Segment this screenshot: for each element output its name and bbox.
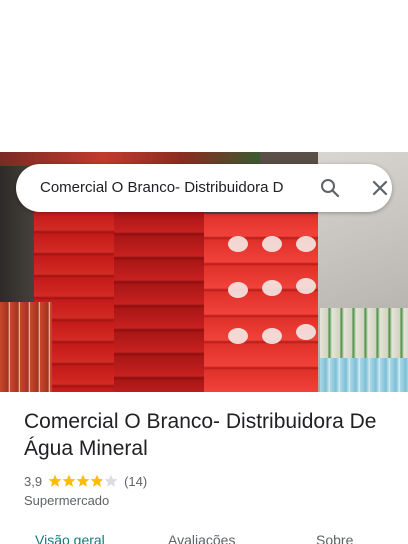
photo-pack-seal <box>296 278 316 294</box>
tab-about[interactable]: Sobre <box>316 532 353 544</box>
photo-pack-seal <box>296 324 316 340</box>
place-title: Comercial O Branco- Distribuidora De Águ… <box>24 410 377 460</box>
photo-pack-seal <box>228 328 248 344</box>
rating-stars <box>48 474 118 488</box>
rating-value: 3,9 <box>24 473 43 489</box>
photo-pack-seal <box>228 236 248 252</box>
photo-pack-seal <box>262 328 282 344</box>
tab-reviews[interactable]: Avaliações <box>168 532 235 544</box>
photo-bottles <box>320 358 408 392</box>
rating-row[interactable]: 3,9 (14) <box>24 472 147 490</box>
photo-water-packs <box>114 212 204 392</box>
photo-pack-seal <box>262 280 282 296</box>
review-count[interactable]: (14) <box>124 474 147 489</box>
photo-bottles <box>0 302 52 392</box>
search-bar[interactable]: Comercial O Branco- Distribuidora D <box>16 164 392 212</box>
close-icon[interactable] <box>368 176 392 200</box>
tab-overview[interactable]: Visão geral <box>35 532 105 544</box>
star-icon <box>62 474 76 487</box>
search-icon[interactable] <box>318 176 342 200</box>
map-blank-area <box>0 0 408 152</box>
star-icon <box>48 474 62 487</box>
star-icon <box>90 474 104 487</box>
photo-pack-seal <box>228 282 248 298</box>
star-icon <box>76 474 90 487</box>
place-tabs: Visão geral Avaliações Sobre <box>0 526 408 544</box>
photo-pack-seal <box>262 236 282 252</box>
search-input[interactable]: Comercial O Branco- Distribuidora D <box>40 164 288 212</box>
star-icon <box>104 474 118 487</box>
photo-pack-seal <box>296 236 316 252</box>
place-category[interactable]: Supermercado <box>24 493 109 508</box>
